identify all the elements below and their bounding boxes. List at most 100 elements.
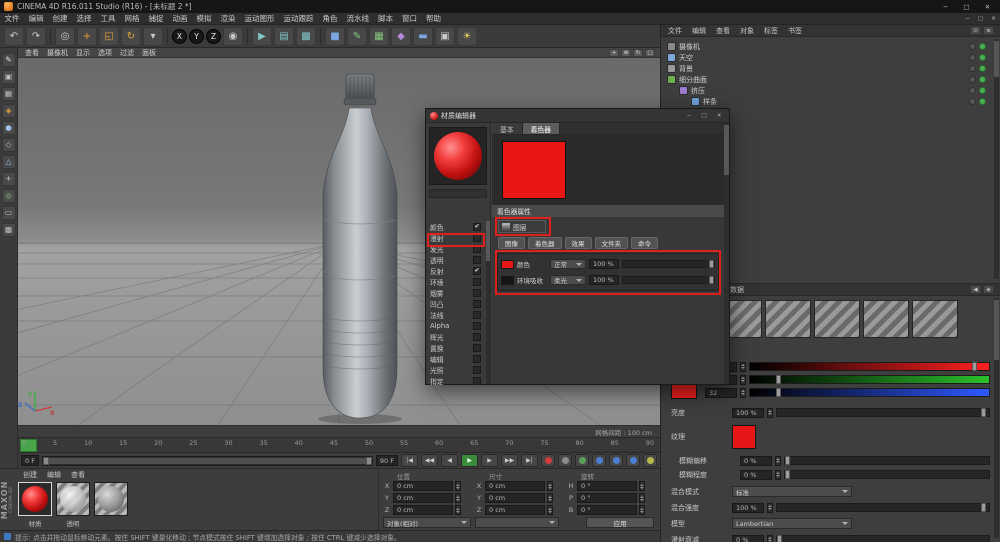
material-thumbnail-gray[interactable] (94, 482, 128, 516)
channel-checkbox[interactable] (473, 377, 481, 385)
menu-file[interactable]: 文件 (0, 13, 24, 24)
rot-p-field[interactable]: 0 ° (577, 493, 637, 503)
layer-strength-field[interactable]: 100 % (589, 275, 619, 285)
diffuse-falloff-handle[interactable] (777, 535, 782, 542)
live-selection-icon[interactable]: ◎ (55, 27, 75, 46)
diffuse-falloff-stepper[interactable] (767, 535, 773, 542)
om-menu-edit[interactable]: 编辑 (687, 26, 711, 36)
channel-row-assign[interactable]: 指定 (426, 375, 485, 386)
add-generator-icon[interactable]: ▦ (369, 27, 389, 46)
next-frame-button[interactable]: ▶ (481, 454, 498, 467)
coordinate-lock-dropdown[interactable] (475, 517, 559, 528)
points-mode-icon[interactable]: ● (2, 121, 16, 135)
channel-checkbox[interactable] (473, 366, 481, 374)
workplane-lock-icon[interactable]: ▭ (2, 206, 16, 220)
size-y-field[interactable]: 0 cm (485, 493, 545, 503)
layer-strength-slider[interactable] (622, 260, 715, 268)
channel-row-reflectance[interactable]: 反射✔ (426, 265, 485, 276)
enable-dot-icon[interactable] (979, 76, 986, 83)
layer-slider-handle[interactable] (709, 260, 714, 268)
menu-create[interactable]: 创建 (48, 13, 72, 24)
menu-pipeline[interactable]: 流水线 (342, 13, 374, 24)
pan-view-icon[interactable]: + (609, 49, 619, 57)
go-to-start-button[interactable]: |◀ (401, 454, 418, 467)
layer-dot-icon[interactable] (969, 54, 976, 61)
add-camera-icon[interactable]: ▣ (435, 27, 455, 46)
menu-snap[interactable]: 捕捉 (144, 13, 168, 24)
diffuse-falloff-slider[interactable] (776, 535, 990, 542)
enable-dot-icon[interactable] (979, 54, 986, 61)
layer-row-ambient-occlusion[interactable]: 环境吸收 柔光 100 % (501, 272, 715, 288)
menu-character[interactable]: 角色 (318, 13, 342, 24)
add-spline-icon[interactable]: ✎ (347, 27, 367, 46)
menu-mesh[interactable]: 网格 (120, 13, 144, 24)
coordinate-mode-dropdown[interactable]: 对象(相对) (383, 517, 471, 528)
enable-dot-icon[interactable] (979, 65, 986, 72)
pos-y-field[interactable]: 0 cm (393, 493, 453, 503)
layer-dot-icon[interactable] (969, 98, 976, 105)
channel-checkbox[interactable] (473, 278, 481, 286)
range-handle-start[interactable] (43, 457, 49, 465)
tab-shader[interactable]: 着色器 (523, 123, 560, 134)
size-x-stepper[interactable] (547, 481, 553, 491)
layer-dot-icon[interactable] (969, 87, 976, 94)
channel-checkbox[interactable] (473, 344, 481, 352)
menu-help[interactable]: 帮助 (422, 13, 446, 24)
channel-row-alpha[interactable]: Alpha (426, 320, 485, 331)
range-start-field[interactable]: 0 F (21, 455, 39, 466)
channel-checkbox[interactable] (473, 245, 481, 253)
brightness-slider[interactable] (776, 408, 990, 417)
menu-motion-tracker[interactable]: 运动跟踪 (279, 13, 318, 24)
channel-checkbox[interactable] (473, 333, 481, 341)
blur-offset-field[interactable]: 0 % (740, 456, 772, 466)
make-editable-icon[interactable]: ✎ (2, 53, 16, 67)
rot-b-stepper[interactable] (639, 505, 645, 515)
layer-command-button[interactable]: 命令 (631, 237, 658, 249)
layer-strength-field[interactable]: 100 % (589, 259, 619, 269)
render-picture-viewer-icon[interactable]: ▤ (274, 27, 294, 46)
layer-image-button[interactable]: 图像 (498, 237, 525, 249)
snap-icon[interactable]: ◎ (2, 189, 16, 203)
blur-offset-stepper[interactable] (775, 456, 781, 466)
play-button[interactable]: ▶ (461, 454, 478, 467)
undo-icon[interactable]: ↶ (4, 27, 24, 46)
material-thumbnail-red[interactable] (18, 482, 52, 516)
channel-checkbox[interactable] (473, 300, 481, 308)
material-preview[interactable] (429, 127, 487, 185)
rot-b-field[interactable]: 0 ° (577, 505, 637, 515)
add-deformer-icon[interactable]: ◆ (391, 27, 411, 46)
material-editor-titlebar[interactable]: 材质编辑器 ─ □ ✕ (426, 109, 729, 123)
mix-strength-field[interactable]: 100 % (732, 503, 764, 513)
add-primitive-icon[interactable]: ■ (325, 27, 345, 46)
object-row[interactable]: 摄像机 (661, 41, 1000, 52)
edges-mode-icon[interactable]: ◇ (2, 138, 16, 152)
viewport-menu-view[interactable]: 查看 (21, 48, 43, 58)
layer-shader-add-button[interactable]: 着色器 (528, 237, 562, 249)
mix-mode-dropdown[interactable]: 标准 (732, 486, 852, 497)
menu-window[interactable]: 窗口 (398, 13, 422, 24)
object-row[interactable]: 背景 (661, 63, 1000, 74)
material-menu-edit[interactable]: 编辑 (42, 470, 66, 480)
mix-strength-stepper[interactable] (767, 503, 773, 513)
pos-x-stepper[interactable] (455, 481, 461, 491)
preview-options-strip[interactable] (429, 189, 487, 198)
om-menu-objects[interactable]: 对象 (735, 26, 759, 36)
channel-checkbox[interactable] (473, 322, 481, 330)
y-axis-lock-button[interactable]: Y (189, 29, 204, 44)
layer-folder-button[interactable]: 文件夹 (595, 237, 629, 249)
filter-icon[interactable]: ≡ (983, 26, 994, 35)
blur-scale-slider[interactable] (784, 470, 990, 479)
workplane-mode-icon[interactable]: ◈ (2, 104, 16, 118)
render-settings-icon[interactable]: ▩ (296, 27, 316, 46)
channel-row-illumination[interactable]: 光照 (426, 364, 485, 375)
rot-p-stepper[interactable] (639, 493, 645, 503)
texture-mode-icon[interactable]: ▦ (2, 87, 16, 101)
channel-checkbox[interactable] (473, 311, 481, 319)
pos-y-stepper[interactable] (455, 493, 461, 503)
blur-scale-field[interactable]: 0 % (740, 470, 772, 480)
layer-dot-icon[interactable] (969, 43, 976, 50)
rotate-tool-icon[interactable]: ↻ (121, 27, 141, 46)
channel-checkbox[interactable] (473, 234, 481, 242)
channel-row-fog[interactable]: 烟雾 (426, 287, 485, 298)
red-slider[interactable] (749, 362, 990, 371)
